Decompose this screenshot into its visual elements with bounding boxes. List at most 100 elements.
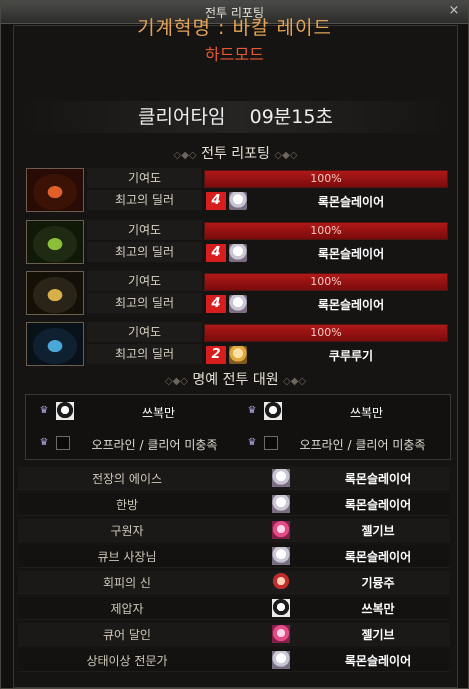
- boss-portrait-icon: [26, 322, 84, 366]
- honor-members-box: ♛ 쓰복만 ♛ 쓰복만 ♛ 오프라인 / 클리어 미충족 ♛ 오프라인 / 클리…: [25, 394, 451, 460]
- top-dealer-name: 쿠루루기: [328, 349, 374, 363]
- contribution-percent: 100%: [310, 275, 342, 288]
- award-title: 회피의 신: [103, 576, 151, 590]
- boss-report-row: 기여도 최고의 딜러 100% 4 록몬슬레이어: [26, 220, 449, 264]
- ornament-left-icon: ◇◆◇: [173, 150, 197, 161]
- contribution-percent: 100%: [310, 224, 342, 237]
- award-row[interactable]: 한방 록몬슬레이어: [18, 493, 450, 516]
- battle-report-window: 전투 리포팅 × 기계혁명 : 바칼 레이드 하드모드 클리어타임 09분15초…: [0, 0, 469, 689]
- boss-portrait-icon: [26, 271, 84, 315]
- award-title: 큐어 달인: [103, 628, 151, 642]
- contribution-label: 기여도: [87, 168, 202, 188]
- award-player-name: 젤기브: [361, 524, 395, 538]
- award-row[interactable]: 제압자 쓰복만: [18, 597, 450, 620]
- pink-hair-avatar-icon: [272, 625, 290, 643]
- contribution-bar: 100%: [204, 170, 448, 188]
- honor-member-status: 오프라인 / 클리어 미충족: [299, 438, 426, 452]
- top-dealer-label: 최고의 딜러: [87, 190, 202, 210]
- pink-hair-avatar-icon: [272, 521, 290, 539]
- checkbox-icon: [264, 436, 278, 450]
- ornament-left-icon: ◇◆◇: [164, 376, 188, 387]
- top-dealer[interactable]: 2 쿠루루기: [204, 345, 448, 365]
- ornament-right-icon: ◇◆◇: [274, 150, 298, 161]
- gold-hair-avatar-icon: [229, 346, 247, 364]
- raid-mode: 하드모드: [205, 45, 264, 64]
- award-row[interactable]: 구원자 젤기브: [18, 519, 450, 542]
- award-player-name: 기뮹주: [361, 576, 395, 590]
- boss-report-row: 기여도 최고의 딜러 100% 4 록몬슬레이어: [26, 168, 449, 212]
- checkbox-icon: [56, 436, 70, 450]
- award-player-name: 록몬슬레이어: [344, 498, 412, 512]
- award-row[interactable]: 전장의 에이스 록몬슬레이어: [18, 467, 450, 490]
- red-hair-avatar-icon: [272, 573, 290, 591]
- award-player-name: 젤기브: [361, 628, 395, 642]
- contribution-bar: 100%: [204, 273, 448, 291]
- black-white-avatar-icon: [272, 599, 290, 617]
- top-dealer[interactable]: 4 록몬슬레이어: [204, 294, 448, 314]
- top-dealer[interactable]: 4 록몬슬레이어: [204, 243, 448, 263]
- award-player-name: 쓰복만: [361, 602, 395, 616]
- honor-member-name: 쓰복만: [349, 406, 384, 420]
- dealer-rank-badge: 2: [206, 346, 226, 364]
- white-hair-avatar-icon: [229, 244, 247, 262]
- honor-member[interactable]: ♛ 쓰복만: [240, 401, 445, 423]
- contribution-bar: 100%: [204, 324, 448, 342]
- white-hair-avatar-icon: [229, 295, 247, 313]
- ornament-right-icon: ◇◆◇: [283, 376, 307, 387]
- white-hair-avatar-icon: [229, 192, 247, 210]
- section-battle-report-title: 전투 리포팅: [201, 146, 270, 162]
- top-dealer-label: 최고의 딜러: [87, 344, 202, 364]
- boss-portrait-icon: [26, 220, 84, 264]
- award-title: 제압자: [110, 602, 144, 616]
- white-hair-avatar-icon: [272, 469, 290, 487]
- contribution-label: 기여도: [87, 271, 202, 291]
- dealer-rank-badge: 4: [206, 295, 226, 313]
- top-dealer-name: 록몬슬레이어: [317, 195, 385, 209]
- honor-member-name: 쓰복만: [141, 406, 176, 420]
- award-title: 구원자: [110, 524, 144, 538]
- crown-icon: ♛: [247, 437, 257, 448]
- white-hair-avatar-icon: [272, 651, 290, 669]
- white-hair-avatar-icon: [272, 547, 290, 565]
- contribution-bar: 100%: [204, 222, 448, 240]
- contribution-percent: 100%: [310, 172, 342, 185]
- boss-report-row: 기여도 최고의 딜러 100% 4 록몬슬레이어: [26, 271, 449, 315]
- contribution-label: 기여도: [87, 220, 202, 240]
- top-dealer-name: 록몬슬레이어: [317, 247, 385, 261]
- clear-time-banner: 클리어타임 09분15초: [17, 101, 454, 133]
- honor-member[interactable]: ♛ 쓰복만: [32, 401, 237, 423]
- award-title: 상태이상 전문가: [86, 654, 168, 668]
- award-row[interactable]: 상태이상 전문가 록몬슬레이어: [18, 649, 450, 672]
- honor-member-offline: ♛ 오프라인 / 클리어 미충족: [240, 433, 445, 455]
- raid-name: 기계혁명 : 바칼 레이드: [137, 17, 332, 39]
- contribution-label: 기여도: [87, 322, 202, 342]
- award-row[interactable]: 회피의 신 기뮹주: [18, 571, 450, 594]
- dealer-rank-badge: 4: [206, 192, 226, 210]
- crown-icon: ♛: [39, 405, 49, 416]
- award-player-name: 록몬슬레이어: [344, 654, 412, 668]
- clear-time-label: 클리어타임: [138, 106, 226, 128]
- honor-member-offline: ♛ 오프라인 / 클리어 미충족: [32, 433, 237, 455]
- section-honor-members: ◇◆◇ 명예 전투 대원 ◇◆◇: [17, 369, 454, 388]
- award-player-name: 록몬슬레이어: [344, 550, 412, 564]
- black-white-avatar-icon: [56, 402, 74, 420]
- boss-report-row: 기여도 최고의 딜러 100% 2 쿠루루기: [26, 322, 449, 366]
- award-title: 한방: [115, 498, 139, 512]
- top-dealer-name: 록몬슬레이어: [317, 298, 385, 312]
- top-dealer-label: 최고의 딜러: [87, 242, 202, 262]
- award-row[interactable]: 큐브 사장님 록몬슬레이어: [18, 545, 450, 568]
- section-honor-title: 명예 전투 대원: [192, 372, 279, 388]
- top-dealer[interactable]: 4 록몬슬레이어: [204, 191, 448, 211]
- contribution-percent: 100%: [310, 326, 342, 339]
- dealer-rank-badge: 4: [206, 244, 226, 262]
- white-hair-avatar-icon: [272, 495, 290, 513]
- boss-portrait-icon: [26, 168, 84, 212]
- black-white-avatar-icon: [264, 402, 282, 420]
- crown-icon: ♛: [39, 437, 49, 448]
- award-player-name: 록몬슬레이어: [344, 472, 412, 486]
- top-dealer-label: 최고의 딜러: [87, 293, 202, 313]
- award-row[interactable]: 큐어 달인 젤기브: [18, 623, 450, 646]
- crown-icon: ♛: [247, 405, 257, 416]
- award-title: 전장의 에이스: [91, 472, 163, 486]
- section-battle-report: ◇◆◇ 전투 리포팅 ◇◆◇: [17, 143, 454, 162]
